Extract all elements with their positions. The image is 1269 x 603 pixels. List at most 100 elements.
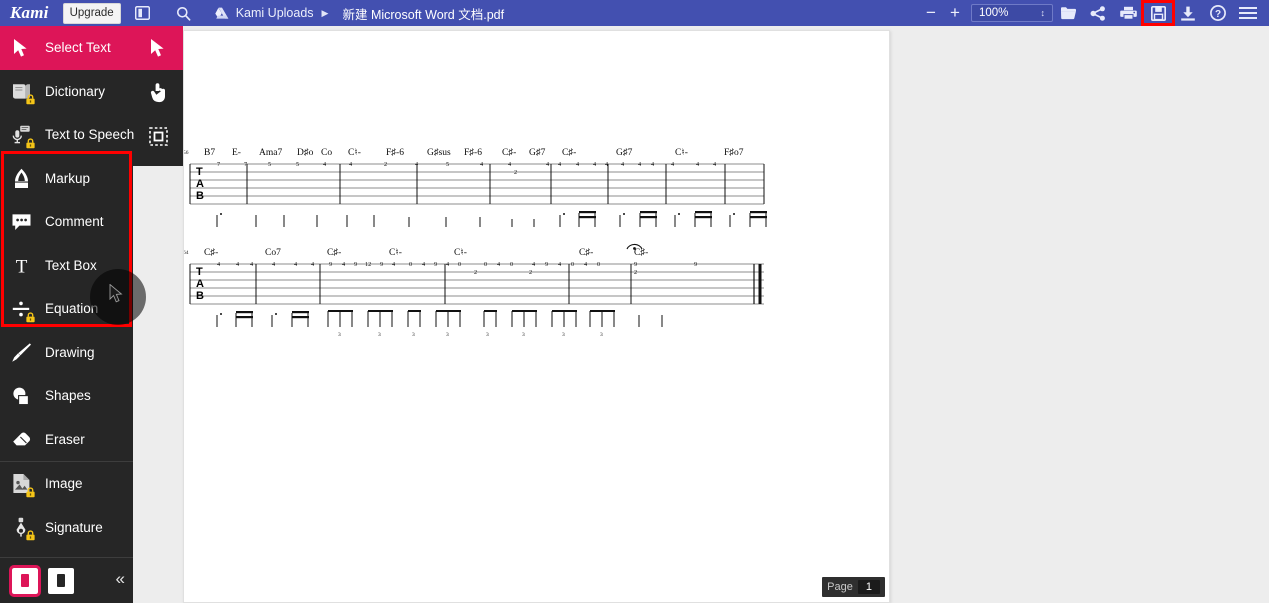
top-toolbar-right-group: − + 100% ↕ ? xyxy=(919,0,1269,26)
svg-text:?: ? xyxy=(1215,9,1221,20)
svg-text:3: 3 xyxy=(600,332,603,338)
svg-text:64: 64 xyxy=(184,250,189,256)
svg-text:4: 4 xyxy=(584,261,587,268)
two-page-view-icon xyxy=(57,574,65,587)
single-page-view-icon xyxy=(21,574,29,587)
division-sign-icon xyxy=(10,298,35,323)
text-t-icon: T xyxy=(10,254,32,276)
help-icon[interactable]: ? xyxy=(1203,0,1233,26)
svg-text:G♯7: G♯7 xyxy=(529,148,546,158)
app-logo[interactable]: Kami xyxy=(10,3,49,23)
sidebar-item-text-to-speech[interactable]: Text to Speech xyxy=(0,113,135,157)
paintbrush-icon xyxy=(10,341,32,363)
breadcrumb-root[interactable]: Kami Uploads xyxy=(236,6,314,20)
left-tool-sidebar: Select Text Dictionary Text to Speech Ma… xyxy=(0,26,146,603)
svg-text:0: 0 xyxy=(409,261,412,268)
svg-text:Co7: Co7 xyxy=(265,248,281,258)
lock-icon xyxy=(26,530,35,541)
zoom-stepper-icon[interactable]: ↕ xyxy=(1041,6,1046,21)
svg-text:Ama7: Ama7 xyxy=(259,148,282,158)
pointer-tool[interactable] xyxy=(133,26,183,70)
svg-text:0: 0 xyxy=(597,261,600,268)
single-page-view-button[interactable] xyxy=(9,564,41,597)
svg-text:T: T xyxy=(196,166,203,178)
kami-pdf-editor-window: Kami Upgrade Kami Uploads ▶ 新建 Microsoft… xyxy=(0,0,1269,603)
svg-text:G♯sus: G♯sus xyxy=(427,148,451,158)
svg-text:4: 4 xyxy=(558,261,561,268)
sidebar-item-label: Markup xyxy=(45,170,91,186)
image-icon xyxy=(10,473,35,498)
svg-text:D♯o: D♯o xyxy=(297,148,314,158)
sidebar-item-signature[interactable]: Signature xyxy=(0,506,133,550)
sidebar-item-select-text[interactable]: Select Text xyxy=(0,26,133,70)
sidebar-item-drawing[interactable]: Drawing xyxy=(0,331,133,375)
hand-pointer-icon xyxy=(150,82,165,102)
sidebar-item-label: Drawing xyxy=(45,344,95,360)
download-icon[interactable] xyxy=(1173,0,1203,26)
svg-text:9: 9 xyxy=(354,261,357,268)
svg-text:C♮-: C♮- xyxy=(389,247,402,258)
lock-icon xyxy=(26,138,35,149)
svg-text:4: 4 xyxy=(593,161,596,168)
breadcrumb-separator-icon: ▶ xyxy=(321,7,329,18)
sidebar-item-text-box[interactable]: T Text Box xyxy=(0,244,133,288)
open-folder-icon[interactable] xyxy=(1053,0,1083,26)
sidebar-item-label: Text to Speech xyxy=(45,127,135,143)
svg-text:C♮-: C♮- xyxy=(348,147,361,158)
shapes-icon xyxy=(10,385,32,407)
svg-text:56: 56 xyxy=(184,150,189,156)
cursor-arrow-icon xyxy=(10,37,32,59)
svg-text:C♮-: C♮- xyxy=(454,247,467,258)
svg-text:4: 4 xyxy=(446,261,449,268)
zoom-level-select[interactable]: 100% ↕ xyxy=(971,4,1053,22)
print-icon[interactable] xyxy=(1113,0,1143,26)
svg-text:9: 9 xyxy=(329,261,332,268)
svg-text:9: 9 xyxy=(380,261,383,268)
area-select-tool[interactable] xyxy=(133,114,183,158)
zoom-out-button[interactable]: − xyxy=(919,0,943,26)
upgrade-button[interactable]: Upgrade xyxy=(62,2,121,24)
svg-text:4: 4 xyxy=(508,161,511,168)
svg-text:F♯-6: F♯-6 xyxy=(464,148,482,158)
sidebar-item-dictionary[interactable]: Dictionary xyxy=(0,70,133,114)
highlighter-icon xyxy=(10,167,32,189)
svg-text:4: 4 xyxy=(532,261,535,268)
search-icon[interactable] xyxy=(176,6,191,21)
top-toolbar: Kami Upgrade Kami Uploads ▶ 新建 Microsoft… xyxy=(0,0,1269,26)
svg-text:9: 9 xyxy=(434,261,437,268)
svg-text:7: 7 xyxy=(244,161,247,168)
collapse-sidebar-button[interactable]: « xyxy=(116,570,125,588)
google-drive-icon[interactable] xyxy=(215,7,229,20)
document-title: 新建 Microsoft Word 文档.pdf xyxy=(342,7,505,22)
sidebar-item-comment[interactable]: Comment xyxy=(0,200,133,244)
hamburger-menu-icon[interactable] xyxy=(1233,0,1263,26)
svg-text:F♯o7: F♯o7 xyxy=(724,148,744,158)
sidebar-item-label: Comment xyxy=(45,214,104,230)
svg-text:2: 2 xyxy=(474,269,477,276)
sidebar-item-markup[interactable]: Markup xyxy=(0,157,133,201)
sidebar-item-shapes[interactable]: Shapes xyxy=(0,374,133,418)
sidebar-item-label: Signature xyxy=(45,519,103,535)
pan-tool[interactable] xyxy=(133,70,183,114)
save-icon xyxy=(1150,5,1166,21)
sidebar-item-label: Select Text xyxy=(45,40,111,56)
document-viewport[interactable]: 56 B7 E- Ama7 D♯o Co C♮- F♯-6 G♯sus F♯-6… xyxy=(133,26,1269,603)
svg-text:G♯7: G♯7 xyxy=(616,148,633,158)
sidebar-panel-icon[interactable] xyxy=(134,6,150,20)
sidebar-item-equation[interactable]: Equation xyxy=(0,287,133,331)
svg-text:2: 2 xyxy=(634,269,637,276)
svg-text:Co: Co xyxy=(321,148,332,158)
save-button[interactable] xyxy=(1141,0,1175,26)
microphone-icon xyxy=(10,124,35,149)
sidebar-item-image[interactable]: Image xyxy=(0,462,133,506)
zoom-in-button[interactable]: + xyxy=(943,0,967,26)
sidebar-item-label: Dictionary xyxy=(45,83,106,99)
svg-text:4: 4 xyxy=(558,161,561,168)
sidebar-item-eraser[interactable]: Eraser xyxy=(0,418,133,462)
two-page-view-button[interactable] xyxy=(48,567,74,594)
svg-text:7: 7 xyxy=(217,161,220,168)
page-number-input[interactable]: 1 xyxy=(857,580,880,594)
share-icon[interactable] xyxy=(1083,0,1113,26)
pdf-page[interactable]: 56 B7 E- Ama7 D♯o Co C♮- F♯-6 G♯sus F♯-6… xyxy=(183,30,890,603)
svg-text:2: 2 xyxy=(514,169,517,176)
